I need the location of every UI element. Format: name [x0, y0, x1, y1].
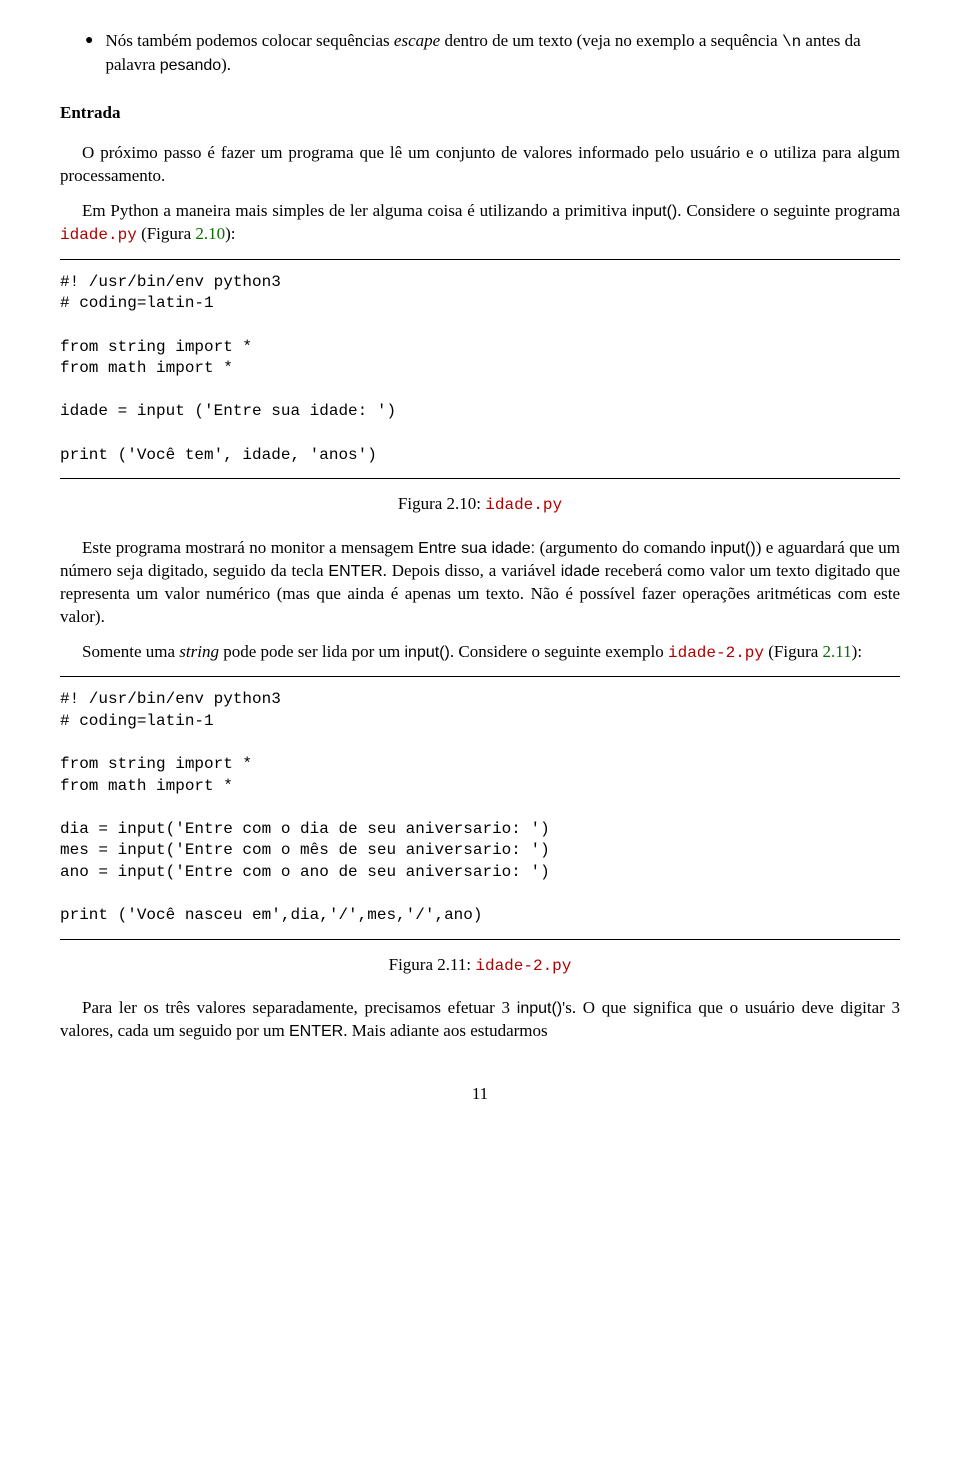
code-inline: \n	[782, 33, 801, 51]
text: Para ler os três valores separadamente, …	[82, 998, 517, 1017]
sans-text: idade	[561, 563, 600, 580]
paragraph: Somente uma string pode pode ser lida po…	[60, 641, 900, 665]
text: ):	[852, 642, 862, 661]
paragraph: Para ler os três valores separadamente, …	[60, 997, 900, 1043]
sans-text: Entre sua idade:	[418, 540, 535, 557]
sans-text: input()	[405, 644, 450, 661]
code-filename: idade-2.py	[475, 957, 571, 975]
sans-text: ENTER	[289, 1023, 343, 1040]
sans-text: input()	[710, 540, 755, 557]
text: . Considere o seguinte programa	[677, 201, 900, 220]
italic-text: string	[179, 642, 219, 661]
caption-label: Figura 2.10:	[398, 494, 485, 513]
page-number: 11	[60, 1083, 900, 1106]
text: pode pode ser lida por um	[219, 642, 405, 661]
code-block-idade2: #! /usr/bin/env python3 # coding=latin-1…	[60, 689, 900, 927]
divider	[60, 939, 900, 940]
sans-text: pesando	[160, 57, 221, 74]
text: . Mais adiante aos estudarmos	[343, 1021, 547, 1040]
divider	[60, 676, 900, 677]
code-filename: idade.py	[60, 226, 137, 244]
bullet-text: Nós também podemos colocar sequências es…	[105, 30, 900, 77]
text: Nós também podemos colocar sequências	[105, 31, 393, 50]
figure-reference[interactable]: 2.11	[823, 642, 852, 661]
paragraph: Em Python a maneira mais simples de ler …	[60, 200, 900, 247]
text: . Considere o seguinte exemplo	[450, 642, 668, 661]
text: (argumento do comando	[535, 538, 710, 557]
section-heading-entrada: Entrada	[60, 102, 900, 125]
text: (Figura	[764, 642, 823, 661]
sans-text: input()	[632, 203, 677, 220]
text: Em Python a maneira mais simples de ler …	[82, 201, 632, 220]
caption-label: Figura 2.11:	[389, 955, 476, 974]
bullet-marker: ●	[85, 30, 93, 77]
divider	[60, 478, 900, 479]
sans-text: input()	[517, 1000, 562, 1017]
italic-text: escape	[394, 31, 440, 50]
sans-text: ENTER	[328, 563, 382, 580]
paragraph: O próximo passo é fazer um programa que …	[60, 142, 900, 188]
text: . Depois disso, a variável	[383, 561, 561, 580]
code-filename: idade-2.py	[668, 644, 764, 662]
figure-reference[interactable]: 2.10	[195, 224, 225, 243]
paragraph: Este programa mostrará no monitor a mens…	[60, 537, 900, 629]
bullet-list-item: ● Nós também podemos colocar sequências …	[85, 30, 900, 77]
text: ):	[225, 224, 235, 243]
text: (Figura	[137, 224, 196, 243]
text: Somente uma	[82, 642, 179, 661]
code-filename: idade.py	[485, 496, 562, 514]
divider	[60, 259, 900, 260]
text: ).	[221, 55, 231, 74]
text: dentro de um texto (veja no exemplo a se…	[440, 31, 782, 50]
figure-caption-2: Figura 2.11: idade-2.py	[60, 954, 900, 978]
figure-caption-1: Figura 2.10: idade.py	[60, 493, 900, 517]
code-block-idade: #! /usr/bin/env python3 # coding=latin-1…	[60, 272, 900, 466]
text: Este programa mostrará no monitor a mens…	[82, 538, 418, 557]
